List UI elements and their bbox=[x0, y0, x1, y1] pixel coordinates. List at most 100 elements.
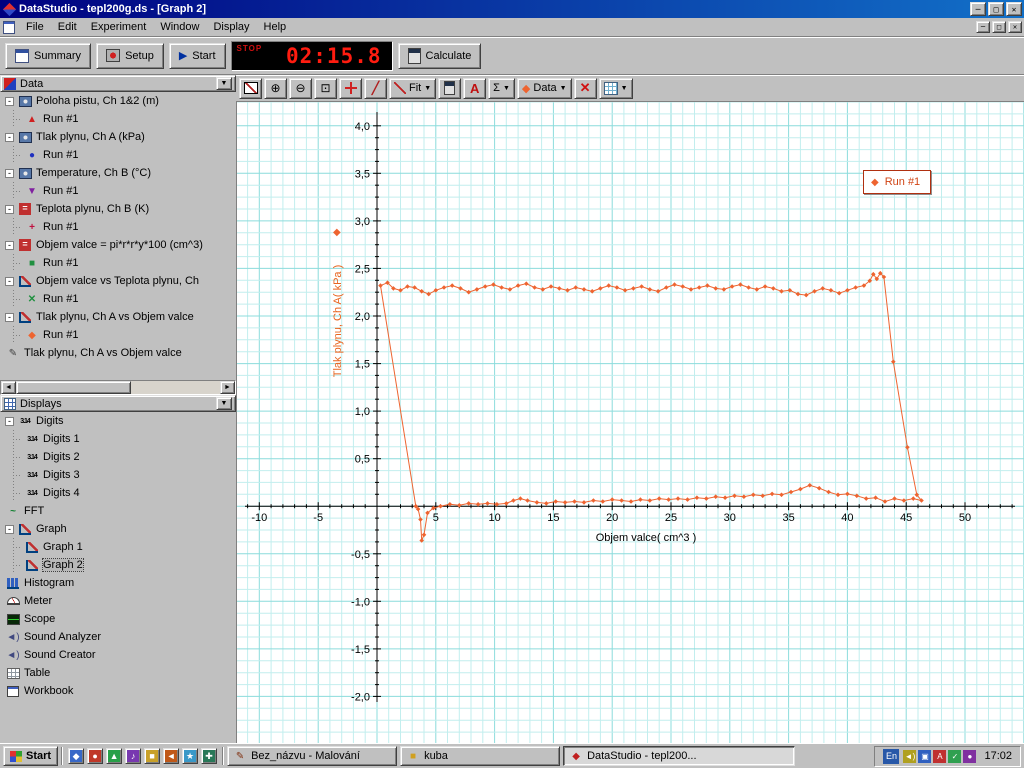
close-button[interactable]: ✕ bbox=[1006, 2, 1022, 16]
data-tree-item[interactable]: - Poloha pistu, Ch 1&2 (m) bbox=[0, 92, 236, 110]
data-tree-item[interactable]: ● Run #1 bbox=[0, 146, 236, 164]
collapse-toggle-icon[interactable]: - bbox=[5, 416, 14, 426]
menu-edit[interactable]: Edit bbox=[51, 19, 84, 35]
tray-icon-5[interactable]: ● bbox=[963, 749, 977, 763]
quick-launch-icon-7[interactable]: ★ bbox=[182, 748, 199, 764]
displays-tree-item[interactable]: 3.14 Digits 2 bbox=[0, 448, 236, 466]
displays-tree-item[interactable]: Table bbox=[0, 664, 236, 682]
displays-tree-item[interactable]: Meter bbox=[0, 592, 236, 610]
data-tree-item[interactable]: - Objem valce vs Teplota plynu, Ch bbox=[0, 272, 236, 290]
zoom-in-button[interactable]: ⊕ bbox=[264, 77, 287, 99]
statistics-dropdown[interactable]: Σ ▼ bbox=[488, 77, 515, 99]
displays-tree-item[interactable]: Workbook bbox=[0, 682, 236, 700]
setup-button[interactable]: Setup bbox=[96, 42, 164, 69]
maximize-button[interactable]: □ bbox=[988, 2, 1004, 16]
data-tree-item[interactable]: - = Teplota plynu, Ch B (K) bbox=[0, 200, 236, 218]
remove-button[interactable]: ✕ bbox=[573, 77, 597, 99]
minimize-button[interactable]: ─ bbox=[970, 2, 986, 16]
data-tree-item[interactable]: ▼ Run #1 bbox=[0, 182, 236, 200]
scale-to-fit-button[interactable] bbox=[239, 77, 262, 99]
scroll-left-icon[interactable]: ◄ bbox=[1, 381, 16, 394]
data-tree-item[interactable]: - Tlak plynu, Ch A vs Objem valce bbox=[0, 308, 236, 326]
collapse-toggle-icon[interactable]: - bbox=[5, 204, 14, 214]
zoom-select-button[interactable]: ⊡ bbox=[314, 77, 337, 99]
displays-tree-item[interactable]: Histogram bbox=[0, 574, 236, 592]
fit-dropdown[interactable]: Fit ▼ bbox=[389, 77, 437, 99]
start-button-toolbar[interactable]: ▶ Start bbox=[168, 42, 226, 69]
y-axis-title[interactable]: Tlak plynu, Ch A( kPa ) bbox=[332, 265, 344, 378]
quick-launch-icon-1[interactable]: ◆ bbox=[68, 748, 85, 764]
displays-panel-menu-arrow-icon[interactable]: ▼ bbox=[216, 397, 232, 410]
collapse-toggle-icon[interactable]: - bbox=[5, 168, 14, 178]
quick-launch-icon-3[interactable]: ▲ bbox=[106, 748, 123, 764]
menu-file[interactable]: File bbox=[19, 19, 51, 35]
slope-tool-button[interactable]: ╱ bbox=[364, 77, 387, 99]
collapse-toggle-icon[interactable]: - bbox=[5, 240, 14, 250]
child-restore-button[interactable]: □ bbox=[992, 21, 1006, 33]
displays-tree-item[interactable]: - Graph bbox=[0, 520, 236, 538]
menu-help[interactable]: Help bbox=[257, 19, 294, 35]
tray-icon-3[interactable]: A bbox=[933, 749, 947, 763]
text-tool-button[interactable]: A bbox=[463, 77, 487, 99]
data-tree-item[interactable]: ◆ Run #1 bbox=[0, 326, 236, 344]
child-minimize-button[interactable]: ─ bbox=[976, 21, 990, 33]
task-button[interactable]: ■ kuba bbox=[400, 746, 561, 766]
data-tree-item[interactable]: + Run #1 bbox=[0, 218, 236, 236]
collapse-toggle-icon[interactable]: - bbox=[5, 132, 14, 142]
tray-icon-1[interactable]: ◄) bbox=[903, 749, 917, 763]
menu-experiment[interactable]: Experiment bbox=[84, 19, 154, 35]
quick-launch-icon-6[interactable]: ◄ bbox=[163, 748, 180, 764]
data-tree-item[interactable]: - = Objem valce = pi*r*r*y*100 (cm^3) bbox=[0, 236, 236, 254]
smart-tool-button[interactable] bbox=[339, 77, 362, 99]
calculate-button[interactable]: Calculate bbox=[397, 42, 482, 69]
summary-button[interactable]: Summary bbox=[5, 42, 92, 69]
title-bar[interactable]: DataStudio - tepl200g.ds - [Graph 2] ─ □… bbox=[0, 0, 1024, 18]
displays-tree-item[interactable]: Scope bbox=[0, 610, 236, 628]
data-tree-hscrollbar[interactable]: ◄ ► bbox=[0, 380, 236, 395]
tray-icon-2[interactable]: ▣ bbox=[918, 749, 932, 763]
data-dropdown[interactable]: ◆ Data ▼ bbox=[516, 77, 572, 99]
tray-icon-4[interactable]: ✓ bbox=[948, 749, 962, 763]
displays-tree-item[interactable]: ◄) Sound Analyzer bbox=[0, 628, 236, 646]
quick-launch-icon-8[interactable]: ✚ bbox=[201, 748, 218, 764]
task-button[interactable]: ✎ Bez_názvu - Malování bbox=[227, 746, 398, 766]
data-tree-item[interactable]: - Temperature, Ch B (°C) bbox=[0, 164, 236, 182]
menu-window[interactable]: Window bbox=[153, 19, 206, 35]
task-button[interactable]: ◆ DataStudio - tepl200... bbox=[563, 746, 796, 766]
displays-tree-item[interactable]: Graph 1 bbox=[0, 538, 236, 556]
keyboard-layout-indicator[interactable]: En bbox=[883, 748, 900, 764]
chart-svg[interactable]: -10 -5 5 10 15 20 25 30 35 40 45 50 4,0 3,5 3,0 2,5 2,0 1… bbox=[237, 102, 1024, 743]
menu-display[interactable]: Display bbox=[206, 19, 256, 35]
child-close-button[interactable]: ✕ bbox=[1008, 21, 1022, 33]
data-tree-item[interactable]: ▲ Run #1 bbox=[0, 110, 236, 128]
calculate-tool-button[interactable] bbox=[438, 77, 462, 99]
collapse-toggle-icon[interactable]: - bbox=[5, 524, 14, 534]
data-tree-item[interactable]: - Tlak plynu, Ch A (kPa) bbox=[0, 128, 236, 146]
start-button[interactable]: Start bbox=[3, 746, 59, 766]
displays-tree-item[interactable]: 3.14 Digits 4 bbox=[0, 484, 236, 502]
x-axis-title[interactable]: Objem valce( cm^3 ) bbox=[596, 532, 697, 544]
collapse-toggle-icon[interactable]: - bbox=[5, 96, 14, 106]
collapse-toggle-icon[interactable]: - bbox=[5, 312, 14, 322]
data-tree-item[interactable]: ■ Run #1 bbox=[0, 254, 236, 272]
scroll-right-icon[interactable]: ► bbox=[220, 381, 235, 394]
quick-launch-icon-2[interactable]: ● bbox=[87, 748, 104, 764]
displays-tree-item[interactable]: 3.14 Digits 1 bbox=[0, 430, 236, 448]
graph-legend[interactable]: ◆ Run #1 bbox=[863, 170, 932, 194]
displays-panel-header[interactable]: Displays ▼ bbox=[0, 395, 236, 412]
displays-tree-item[interactable]: Graph 2 bbox=[0, 556, 236, 574]
collapse-toggle-icon[interactable]: - bbox=[5, 276, 14, 286]
data-tree-item[interactable]: ✕ Run #1 bbox=[0, 290, 236, 308]
graph-plot-area[interactable]: -10 -5 5 10 15 20 25 30 35 40 45 50 4,0 3,5 3,0 2,5 2,0 1… bbox=[236, 101, 1024, 743]
displays-tree-item[interactable]: -3.14 Digits bbox=[0, 412, 236, 430]
displays-tree-item[interactable]: ~ FFT bbox=[0, 502, 236, 520]
displays-tree-item[interactable]: 3.14 Digits 3 bbox=[0, 466, 236, 484]
quick-launch-icon-5[interactable]: ■ bbox=[144, 748, 161, 764]
data-tree-item[interactable]: ✎ Tlak plynu, Ch A vs Objem valce bbox=[0, 344, 236, 362]
displays-tree-item[interactable]: ◄) Sound Creator bbox=[0, 646, 236, 664]
data-panel-header[interactable]: Data ▼ bbox=[0, 75, 236, 92]
scrollbar-track[interactable] bbox=[131, 381, 220, 394]
graph-settings-dropdown[interactable]: ▼ bbox=[598, 77, 633, 99]
zoom-out-button[interactable]: ⊖ bbox=[289, 77, 312, 99]
scrollbar-thumb[interactable] bbox=[16, 381, 131, 394]
